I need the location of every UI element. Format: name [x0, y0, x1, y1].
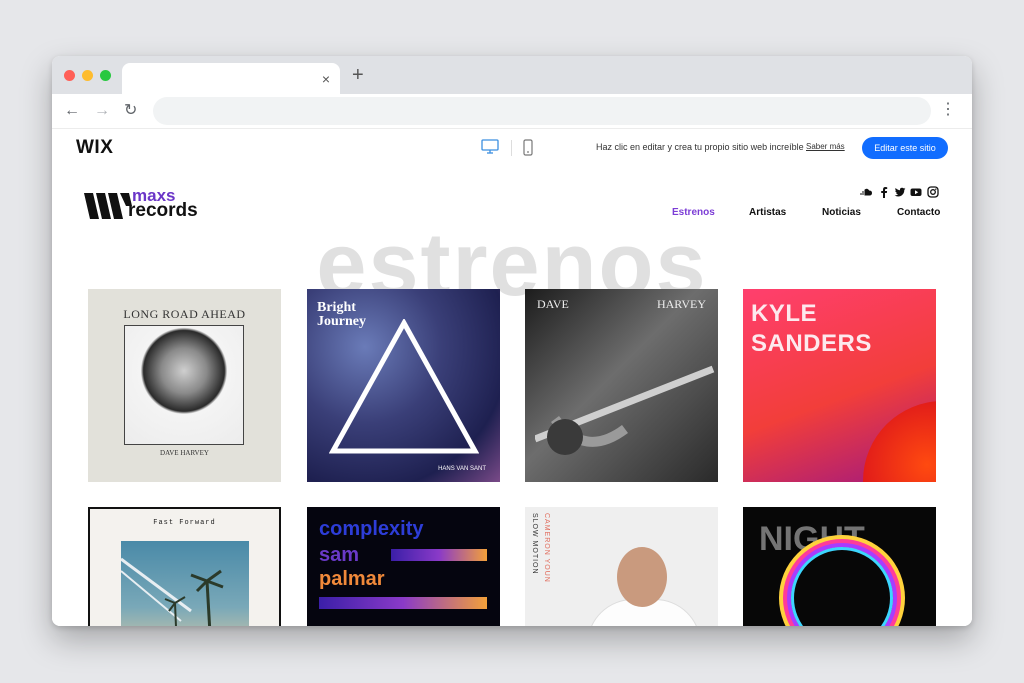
- browser-window: × + ← → ↻ ⋮ WIX Haz clic en editar y cre…: [52, 56, 972, 626]
- view-divider: [511, 140, 512, 156]
- palm-trees-graphic: [120, 557, 224, 626]
- browser-tab[interactable]: ×: [122, 63, 340, 96]
- wix-logo[interactable]: WIX: [76, 137, 113, 159]
- album-card[interactable]: DAVE HARVEY: [525, 289, 718, 482]
- desktop-view-icon[interactable]: [481, 139, 499, 155]
- album-card[interactable]: SLOW MOTION CAMERON YOUN: [525, 507, 718, 626]
- forward-arrow-icon[interactable]: →: [94, 102, 110, 120]
- back-arrow-icon[interactable]: ←: [64, 102, 80, 120]
- album-card[interactable]: complexity sam palmar: [307, 507, 500, 626]
- guitar-graphic: [535, 365, 715, 455]
- minimize-window-button[interactable]: [82, 70, 93, 81]
- album-cover-photo: [124, 325, 244, 445]
- mobile-view-icon[interactable]: [523, 139, 533, 156]
- album-card[interactable]: NIGHT: [743, 507, 936, 626]
- album-title-line: Bright: [317, 300, 356, 315]
- close-tab-icon[interactable]: ×: [322, 70, 330, 88]
- neon-ring-graphic: [791, 547, 893, 626]
- album-title-line: SANDERS: [751, 330, 872, 357]
- album-title-left: DAVE: [537, 297, 569, 311]
- edit-site-button[interactable]: Editar este sitio: [862, 137, 948, 159]
- album-title-line: complexity: [319, 518, 424, 540]
- album-title: LONG ROAD AHEAD: [123, 307, 246, 321]
- album-cover-photo: [120, 541, 249, 626]
- portrait-head: [617, 547, 667, 607]
- browser-menu-icon[interactable]: ⋮: [940, 100, 956, 120]
- album-artist: HANS VAN SANT: [438, 466, 486, 472]
- wix-promo-text: Haz clic en editar y crea tu propio siti…: [596, 142, 804, 152]
- new-tab-icon[interactable]: +: [352, 65, 364, 85]
- reload-icon[interactable]: ↻: [124, 102, 137, 120]
- planet-graphic: [863, 401, 936, 482]
- album-title: Fast Forward: [153, 519, 216, 527]
- album-title-line: sam: [319, 544, 360, 566]
- soundcloud-icon[interactable]: [860, 186, 872, 198]
- instagram-icon[interactable]: [927, 186, 939, 198]
- browser-titlebar: × +: [52, 56, 972, 96]
- triangle-graphic: [329, 319, 479, 454]
- site-content: maxs records Estrenos Artistas Noticias …: [52, 167, 972, 626]
- facebook-icon[interactable]: [878, 186, 890, 198]
- album-artist: DAVE HARVEY: [160, 449, 209, 457]
- album-title: KYLE SANDERS: [751, 299, 872, 359]
- close-window-button[interactable]: [64, 70, 75, 81]
- browser-toolbar: ← → ↻ ⋮: [52, 94, 972, 128]
- zoom-window-button[interactable]: [100, 70, 111, 81]
- album-title-line: palmar: [319, 568, 385, 590]
- wix-banner: WIX Haz clic en editar y crea tu propio …: [52, 128, 972, 168]
- youtube-icon[interactable]: [910, 186, 922, 198]
- album-artist: CAMERON YOUN: [543, 513, 550, 583]
- album-title-line: KYLE: [751, 300, 818, 327]
- address-bar[interactable]: [153, 97, 931, 125]
- album-title-right: HARVEY: [656, 297, 706, 311]
- learn-more-link[interactable]: Saber más: [806, 142, 845, 151]
- album-card[interactable]: Bright Journey HANS VAN SANT: [307, 289, 500, 482]
- album-card[interactable]: KYLE SANDERS: [743, 289, 936, 482]
- album-title: SLOW MOTION: [531, 513, 538, 575]
- twitter-icon[interactable]: [894, 186, 906, 198]
- gradient-bar: [319, 597, 487, 609]
- album-card[interactable]: Fast Forward: [88, 507, 281, 626]
- gradient-bar: [391, 549, 487, 561]
- album-card[interactable]: LONG ROAD AHEAD DAVE HARVEY: [88, 289, 281, 482]
